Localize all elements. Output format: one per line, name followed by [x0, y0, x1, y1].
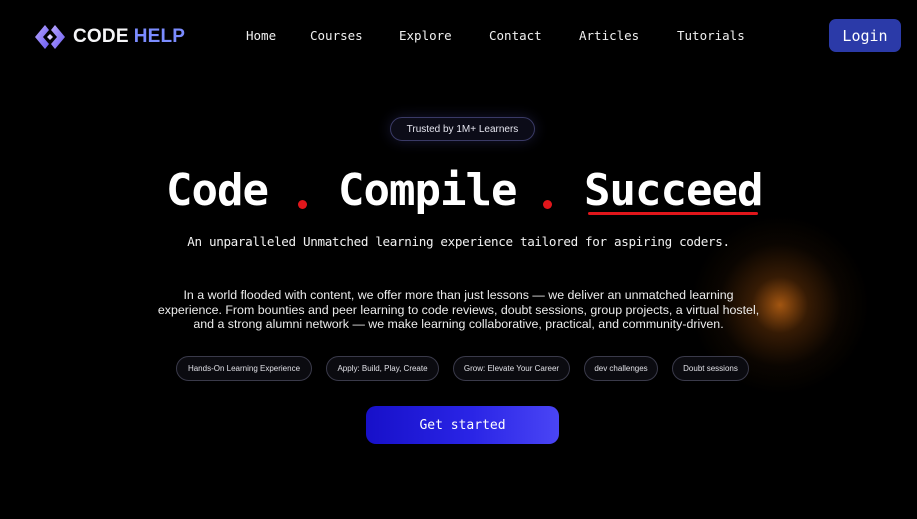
nav-link-explore[interactable]: Explore — [399, 28, 452, 43]
chip-apply[interactable]: Apply: Build, Play, Create — [326, 356, 439, 381]
login-button[interactable]: Login — [829, 19, 901, 52]
nav-link-contact[interactable]: Contact — [489, 28, 542, 43]
headline-word-code: Code — [166, 165, 269, 216]
headline-separator-dot — [298, 200, 307, 209]
headline-separator-dot — [543, 200, 552, 209]
hero-tagline: An unparalleled Unmatched learning exper… — [187, 234, 730, 249]
chip-dev-challenges[interactable]: dev challenges — [584, 356, 658, 381]
chip-doubt-sessions[interactable]: Doubt sessions — [672, 356, 749, 381]
headline-underline — [588, 212, 758, 215]
get-started-button[interactable]: Get started — [366, 406, 559, 444]
trust-badge: Trusted by 1M+ Learners — [390, 117, 535, 141]
feature-chips: Hands-On Learning Experience Apply: Buil… — [0, 356, 917, 381]
main-nav: Home Courses Explore Contact Articles Tu… — [0, 28, 917, 46]
hero-headline: Code Compile Succeed — [0, 163, 917, 219]
nav-link-home[interactable]: Home — [246, 28, 276, 43]
headline-word-succeed: Succeed — [584, 165, 763, 216]
chip-grow[interactable]: Grow: Elevate Your Career — [453, 356, 570, 381]
hero-description: In a world flooded with content, we offe… — [157, 288, 760, 332]
landing-page: CODE HELP Home Courses Explore Contact Ar… — [0, 0, 917, 519]
chip-hands-on-learning[interactable]: Hands-On Learning Experience — [176, 356, 312, 381]
headline-word-compile: Compile — [338, 165, 517, 216]
nav-link-articles[interactable]: Articles — [579, 28, 639, 43]
nav-link-courses[interactable]: Courses — [310, 28, 363, 43]
nav-link-tutorials[interactable]: Tutorials — [677, 28, 745, 43]
